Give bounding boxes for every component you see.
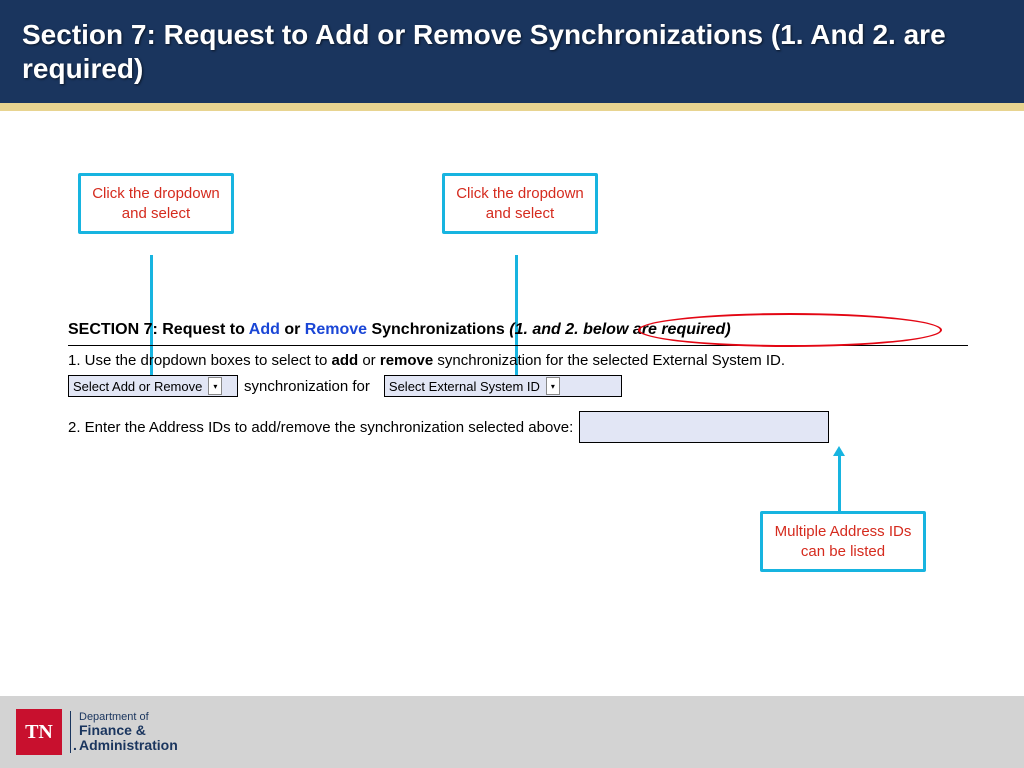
address-ids-input[interactable] xyxy=(579,411,829,443)
remove-word: Remove xyxy=(305,321,367,338)
dropdown-row: Select Add or Remove ▾ synchronization f… xyxy=(68,375,968,397)
line1-or: or xyxy=(358,352,380,369)
divider xyxy=(68,345,968,346)
callout-dropdown-right: Click the dropdown and select xyxy=(442,173,598,234)
section-title: SECTION 7: Request to Add or Remove Sync… xyxy=(68,321,968,339)
chevron-down-icon: ▾ xyxy=(208,377,222,395)
line1-post: synchronization for the selected Externa… xyxy=(433,352,785,369)
department-label: Department of Finance & Administration xyxy=(70,711,178,754)
select-add-remove-label: Select Add or Remove xyxy=(73,379,202,394)
page-header: Section 7: Request to Add or Remove Sync… xyxy=(0,0,1024,103)
callout-address-ids: Multiple Address IDs can be listed xyxy=(760,511,926,572)
sync-word: Synchronizations xyxy=(367,321,509,338)
tn-badge-text: TN xyxy=(25,721,53,744)
instruction-2: 2. Enter the Address IDs to add/remove t… xyxy=(68,419,573,436)
select-external-system-id[interactable]: Select External System ID ▾ xyxy=(384,375,622,397)
dept-line2: Finance & xyxy=(79,723,178,738)
dept-line3: Administration xyxy=(79,738,178,753)
content-area: Click the dropdown and select Click the … xyxy=(0,111,1024,685)
footer: TN Department of Finance & Administratio… xyxy=(0,696,1024,768)
instruction-2-row: 2. Enter the Address IDs to add/remove t… xyxy=(68,411,968,443)
tn-badge: TN xyxy=(16,709,62,755)
chevron-down-icon: ▾ xyxy=(546,377,560,395)
or-word: or xyxy=(280,321,305,338)
gold-strip xyxy=(0,103,1024,111)
select-external-label: Select External System ID xyxy=(389,379,540,394)
callout-dropdown-left: Click the dropdown and select xyxy=(78,173,234,234)
instruction-1: 1. Use the dropdown boxes to select to a… xyxy=(68,352,968,369)
arrow-line-3 xyxy=(838,454,841,511)
form-area: SECTION 7: Request to Add or Remove Sync… xyxy=(68,321,968,443)
arrow-head-up-icon xyxy=(833,446,845,456)
add-word: Add xyxy=(249,321,280,338)
section-label: SECTION 7: Request to xyxy=(68,321,249,338)
select-add-remove[interactable]: Select Add or Remove ▾ xyxy=(68,375,238,397)
required-note: (1. and 2. below are required) xyxy=(509,321,730,338)
mid-text: synchronization for xyxy=(244,378,370,395)
dept-line1: Department of xyxy=(79,711,178,723)
line1-remove: remove xyxy=(380,352,433,369)
line1-pre: 1. Use the dropdown boxes to select to xyxy=(68,352,332,369)
line1-add: add xyxy=(332,352,359,369)
header-title: Section 7: Request to Add or Remove Sync… xyxy=(22,19,946,84)
